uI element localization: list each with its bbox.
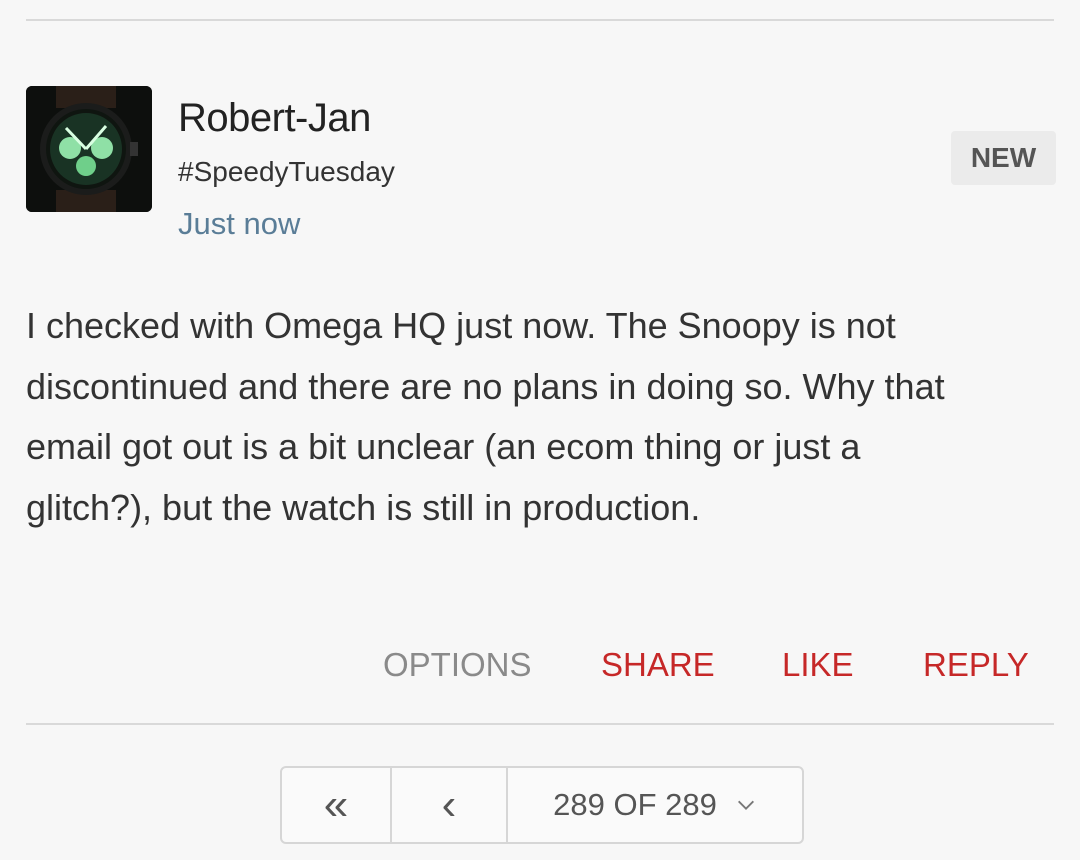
share-button[interactable]: SHARE xyxy=(601,646,715,690)
page-selector[interactable]: 289 OF 289 xyxy=(508,768,802,842)
chevron-left-icon: ‹ xyxy=(441,780,457,829)
bottom-divider xyxy=(26,723,1054,725)
post-author[interactable]: Robert-Jan xyxy=(178,96,371,141)
previous-page-button[interactable]: ‹ xyxy=(392,768,508,842)
post-tagline: #SpeedyTuesday xyxy=(178,156,395,187)
like-button[interactable]: LIKE xyxy=(782,646,854,690)
options-button[interactable]: OPTIONS xyxy=(383,646,532,690)
first-page-button[interactable]: « xyxy=(282,768,392,842)
avatar[interactable] xyxy=(26,86,152,212)
reply-button[interactable]: REPLY xyxy=(923,646,1029,690)
chevron-down-icon xyxy=(737,800,754,810)
double-chevron-left-icon: « xyxy=(323,780,349,829)
new-badge: NEW xyxy=(951,131,1056,185)
watch-avatar-icon xyxy=(26,86,152,212)
page-indicator: 289 OF 289 xyxy=(553,787,717,822)
pagination: « ‹ 289 OF 289 xyxy=(280,766,804,844)
post-timestamp[interactable]: Just now xyxy=(178,206,300,242)
top-divider xyxy=(26,19,1054,21)
post-body: I checked with Omega HQ just now. The Sn… xyxy=(26,305,945,528)
